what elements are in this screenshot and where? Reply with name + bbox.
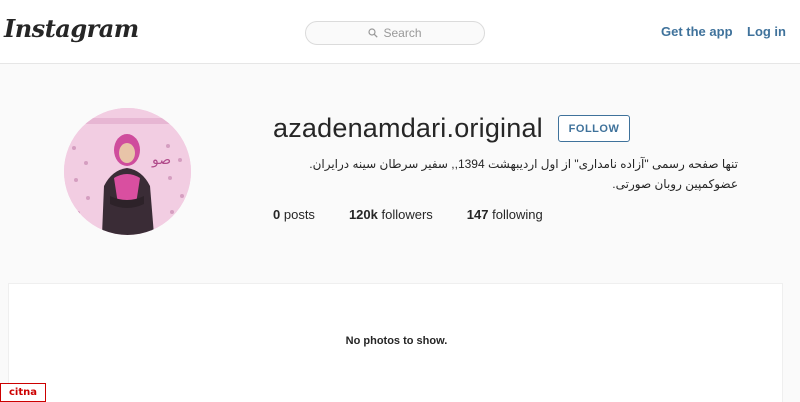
- photos-panel: No photos to show.: [8, 283, 783, 402]
- watermark-text: citna: [8, 387, 37, 398]
- top-navigation-bar: Instagram Search Get the app Log in: [0, 0, 800, 64]
- following-label: following: [492, 207, 543, 222]
- empty-state-message: No photos to show.: [345, 335, 448, 347]
- profile-avatar[interactable]: صو: [64, 108, 191, 235]
- profile-username: azadenamdari.original: [273, 113, 543, 143]
- posts-count: 0: [273, 207, 281, 222]
- log-in-link[interactable]: Log in: [747, 24, 786, 39]
- posts-label: posts: [283, 207, 315, 222]
- following-stat[interactable]: 147 following: [467, 207, 543, 222]
- following-count: 147: [466, 207, 489, 222]
- get-the-app-link[interactable]: Get the app: [661, 24, 733, 39]
- search-input[interactable]: Search: [305, 21, 485, 45]
- profile-stats: 0 posts 120k followers 147 following: [273, 207, 577, 222]
- svg-text:صو: صو: [151, 152, 171, 168]
- profile-bio: تنها صفحه رسمی "آزاده نامداری" از اول ار…: [309, 157, 738, 191]
- avatar-image: صو: [64, 108, 191, 235]
- search-placeholder: Search: [383, 26, 422, 40]
- search-icon: [368, 28, 379, 38]
- posts-stat: 0 posts: [273, 207, 315, 222]
- followers-label: followers: [381, 207, 433, 222]
- instagram-logo[interactable]: Instagram: [4, 14, 139, 43]
- follow-button[interactable]: FOLLOW: [558, 115, 630, 142]
- citna-watermark-logo: citna: [0, 383, 46, 402]
- followers-count: 120k: [348, 207, 378, 222]
- followers-stat[interactable]: 120k followers: [349, 207, 433, 222]
